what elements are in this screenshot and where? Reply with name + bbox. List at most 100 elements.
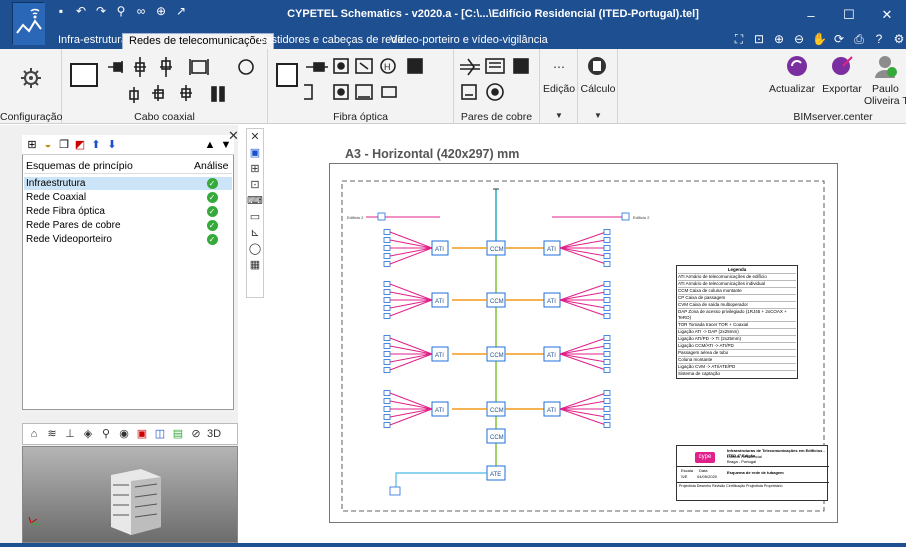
legend-item: Ligação CVM -> ATI/ATE/PD (678, 363, 796, 370)
snap-icon[interactable]: ⊡ (247, 177, 263, 193)
ati-outlet-link (389, 247, 433, 257)
legend-item: Coluna montante (678, 356, 796, 363)
gear-icon[interactable] (18, 65, 44, 91)
outlet-box (603, 390, 611, 396)
exportar-button[interactable]: Exportar (818, 83, 866, 95)
ati-label: ATI (547, 408, 556, 414)
cabinet-icon[interactable] (70, 63, 98, 87)
axes-icon[interactable]: ⊥ (63, 427, 77, 441)
open-icon[interactable]: ◒ (42, 139, 54, 151)
actualizar-button[interactable]: Actualizar (762, 83, 822, 95)
edicao-dropdown-icon[interactable]: ▼ (555, 111, 563, 120)
column-header-analysis[interactable]: Análise (192, 158, 232, 173)
ati-outlet-link (389, 353, 433, 363)
scheme-row[interactable]: Rede Fibra óptica ✓ (24, 205, 232, 218)
circle-icon[interactable]: ◯ (247, 241, 263, 257)
select-rect-icon[interactable]: ▣ (247, 145, 263, 161)
calculator-icon[interactable] (586, 55, 608, 77)
fibre-components-icons[interactable]: H (304, 55, 454, 105)
zoom-out-icon[interactable]: ⊖ (792, 32, 806, 46)
close-button[interactable]: ✕ (868, 0, 906, 30)
view-3d-icon[interactable]: 3D (207, 427, 221, 441)
pan-icon[interactable]: ✋ (812, 32, 827, 46)
cube-icon[interactable]: ◈ (81, 427, 95, 441)
move-down-icon[interactable]: ⬇ (106, 139, 118, 151)
eye-icon[interactable]: ◉ (117, 427, 131, 441)
scheme-row[interactable]: Rede Coaxial ✓ (24, 191, 232, 204)
ccm-label: CCM (490, 247, 504, 253)
grid-icon[interactable]: ⊞ (247, 161, 263, 177)
table-icon[interactable]: ▦ (247, 257, 263, 273)
view3d-viewport[interactable] (22, 446, 238, 543)
ati-label: ATI (435, 299, 444, 305)
print-icon[interactable]: ⎙ (852, 32, 866, 46)
edit-dots-icon[interactable]: ⋯ (548, 57, 570, 77)
scheme-row[interactable]: Rede Videoporteiro ✓ (24, 233, 232, 246)
delete-icon[interactable]: ◩ (74, 139, 86, 151)
green-box-icon[interactable]: ▤ (171, 427, 185, 441)
filter-icon[interactable]: ⚲ (99, 427, 113, 441)
outlet-box (383, 406, 391, 412)
check-icon: ✓ (206, 206, 218, 217)
outlet-box (603, 281, 611, 287)
window-title: CYPETEL Schematics - v2020.a - [C:\...\E… (287, 8, 699, 20)
ati-outlet-link (559, 239, 607, 249)
legend-item: Ligação CCM/ATI -> ATI/PD (678, 342, 796, 349)
calculo-button[interactable]: Cálculo (579, 83, 617, 95)
user-avatar-icon[interactable] (872, 53, 898, 79)
ati-outlet-link (389, 299, 433, 309)
building-icon[interactable]: ⌂ (27, 427, 41, 441)
hide-icon[interactable]: ⊘ (189, 427, 203, 441)
refresh-icon[interactable]: ⟳ (832, 32, 846, 46)
ati-outlet-link (389, 408, 433, 426)
title-block: cype Infraestruturas de Telecomunicações… (676, 445, 829, 501)
add-icon[interactable]: ⊞ (26, 139, 38, 151)
ribbon-group-configuracao: Configuração (0, 49, 62, 124)
column-header-name[interactable]: Esquemas de princípio (24, 158, 192, 173)
cabinet-fibre-icon[interactable] (276, 63, 298, 87)
calculo-dropdown-icon[interactable]: ▼ (594, 111, 602, 120)
zoom-window-icon[interactable]: ⊡ (752, 32, 766, 46)
ribbon-group-pares-cobre: Pares de cobre (454, 49, 540, 124)
help-icon[interactable]: ? (872, 32, 886, 46)
keyboard-icon[interactable]: ⌨ (247, 193, 263, 209)
export-bim-icon[interactable] (830, 53, 856, 79)
move-up-icon[interactable]: ⬆ (90, 139, 102, 151)
group-label-fibra-optica: Fibra óptica (333, 111, 388, 123)
ati-label: ATI (435, 353, 444, 359)
tab-infra-estrutura[interactable]: Infra-estrutura (52, 33, 133, 49)
outlet-box (603, 414, 611, 420)
ati-outlet-link (559, 408, 607, 418)
copper-components-icons[interactable] (458, 55, 538, 105)
tools-icon[interactable]: ✕ (247, 129, 263, 145)
scheme-row[interactable]: Infraestrutura ✓ (24, 177, 232, 190)
update-icon[interactable] (784, 53, 810, 79)
expand-up-icon[interactable]: ▲ (204, 139, 216, 151)
edicao-button[interactable]: Edição (542, 83, 576, 95)
layers-icon[interactable]: ≋ (45, 427, 59, 441)
close-panel-icon[interactable]: ✕ (228, 128, 239, 144)
copy-icon[interactable]: ❐ (58, 139, 70, 151)
drawing-sheet[interactable]: CCM ATI ATI CCM ATI ATI CCM ATI ATI CCM ATI ATI ATE C… (329, 163, 838, 523)
scheme-name: Rede Coaxial (26, 192, 87, 203)
ati-outlet-link (559, 353, 607, 371)
user-last-name[interactable]: Oliveira TOR (864, 95, 906, 107)
coaxial-components-icons[interactable] (106, 55, 266, 105)
text-box-icon[interactable]: ▭ (247, 209, 263, 225)
ccm-label: CCM (490, 435, 504, 441)
minimize-button[interactable]: – (792, 0, 830, 30)
color-icon[interactable]: ▣ (135, 427, 149, 441)
settings-icon[interactable]: ⚙ (892, 32, 906, 46)
ati-outlet-link (559, 337, 607, 355)
outlet-box (383, 367, 391, 373)
zoom-extents-icon[interactable]: ⛶ (732, 32, 746, 46)
scheme-row[interactable]: Rede Pares de cobre ✓ (24, 219, 232, 232)
window-icon[interactable]: ◫ (153, 427, 167, 441)
dimension-icon[interactable]: ⊾ (247, 225, 263, 241)
app-logo-icon[interactable] (12, 2, 45, 45)
user-first-name[interactable]: Paulo (872, 83, 906, 95)
maximize-button[interactable]: ☐ (830, 0, 868, 30)
tab-video-porteiro[interactable]: Vídeo-porteiro e vídeo-vigilância (384, 33, 554, 49)
zoom-in-icon[interactable]: ⊕ (772, 32, 786, 46)
ati-outlet-link (389, 299, 433, 317)
